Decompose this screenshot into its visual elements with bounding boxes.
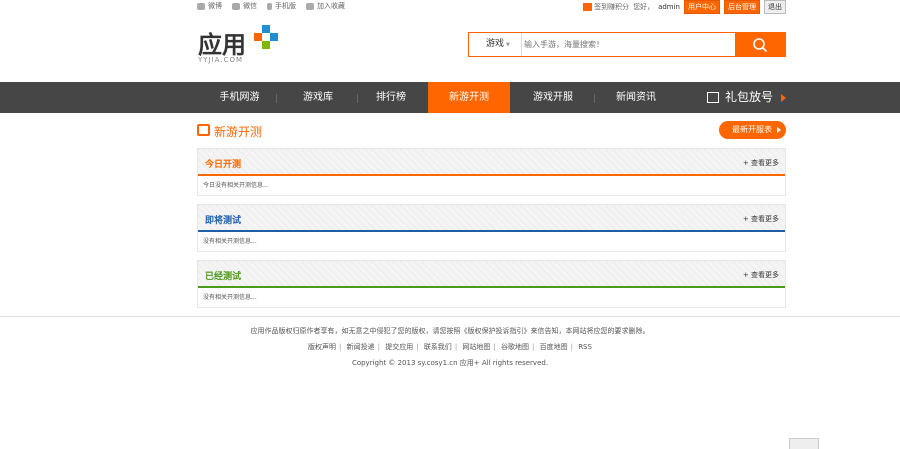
nav-item-server-launch[interactable]: 游戏开服: [512, 82, 594, 113]
nav-item-new-tests[interactable]: 新游开测: [428, 82, 510, 113]
gift-icon: [583, 3, 593, 11]
search-type-select[interactable]: 游戏 ▼: [469, 33, 522, 56]
nav-divider: [276, 94, 277, 103]
section-empty-text: 没有相关开测信息...: [203, 238, 257, 245]
section-tested: 已经测试 + 查看更多 没有相关开测信息...: [197, 260, 786, 308]
footer-link[interactable]: 网站地图: [462, 343, 490, 351]
user-center-button[interactable]: 用户中心: [684, 0, 720, 14]
section-empty-text: 今日没有相关开测信息...: [203, 182, 269, 189]
header: 应用 YYJIA.COM 游戏 ▼: [0, 18, 900, 82]
search-icon: [753, 38, 768, 53]
logo-domain: YYJIA.COM: [198, 56, 244, 64]
nav-item-game-library[interactable]: 游戏库: [282, 82, 354, 113]
footer-divider: [0, 316, 900, 317]
footer-links: 版权声明 | 新闻投递 | 提交应用 | 联系我们 | 网站地图 | 谷歌地图 | 百度地图…: [308, 343, 592, 351]
nav-item-gift-codes[interactable]: 礼包放号: [707, 82, 787, 113]
section-title: 已经测试: [205, 272, 242, 282]
logo[interactable]: 应用 YYJIA.COM: [198, 25, 278, 64]
nav-item-mobile-online[interactable]: 手机网游: [206, 82, 273, 113]
footer-link[interactable]: 版权声明: [308, 343, 336, 351]
logo-cross-icon: [254, 25, 278, 49]
chevron-down-icon: ▼: [506, 42, 510, 48]
top-bar: 微博 微信 手机版 加入收藏 签到赚积分 您好， admin 用户中心 后台管理…: [0, 0, 900, 14]
weibo-link[interactable]: 微博: [197, 1, 222, 11]
wechat-icon: [232, 2, 240, 10]
main-content: 新游开测 最新开服表 今日开测 + 查看更多 今日没有相关开测信息... 即将测…: [197, 120, 786, 308]
footer-link[interactable]: 谷歌地图: [501, 343, 529, 351]
footer-link[interactable]: 百度地图: [540, 343, 568, 351]
nav-item-rankings[interactable]: 排行榜: [359, 82, 423, 113]
list-icon: [197, 124, 210, 136]
section-upcoming: 即将测试 + 查看更多 没有相关开测信息...: [197, 204, 786, 252]
topbar-links: 微博 微信 手机版 加入收藏: [197, 1, 345, 11]
search-button[interactable]: [735, 33, 785, 56]
nav-divider: [357, 94, 358, 103]
main-nav: 手机网游 游戏库 排行榜 新游开测 游戏开服 新闻资讯 礼包放号: [0, 82, 900, 113]
latest-servers-button[interactable]: 最新开服表: [719, 121, 786, 139]
section-today: 今日开测 + 查看更多 今日没有相关开测信息...: [197, 148, 786, 196]
logo-text: 应用: [198, 31, 246, 59]
search-input[interactable]: [524, 36, 729, 53]
view-more-link[interactable]: + 查看更多: [743, 270, 779, 280]
greeting: 您好，: [633, 3, 655, 11]
nav-divider: [594, 94, 595, 103]
username[interactable]: admin: [658, 3, 680, 11]
footer-link[interactable]: 新闻投递: [347, 343, 375, 351]
folder-icon: [306, 2, 314, 10]
section-header: 已经测试 + 查看更多: [198, 261, 785, 288]
page-title: 新游开测: [214, 125, 263, 139]
section-title: 今日开测: [205, 160, 242, 170]
arrow-right-icon: [781, 93, 787, 102]
section-empty-text: 没有相关开测信息...: [203, 294, 257, 301]
footer-link[interactable]: 联系我们: [424, 343, 452, 351]
mobile-icon: [267, 2, 272, 10]
back-to-top-button[interactable]: [789, 438, 819, 449]
gift-icon: [707, 92, 719, 103]
logout-button[interactable]: 退出: [764, 0, 786, 14]
section-title: 即将测试: [205, 216, 242, 226]
page-header: 新游开测 最新开服表: [197, 120, 786, 142]
arrow-right-icon: [777, 127, 781, 133]
section-header: 今日开测 + 查看更多: [198, 149, 785, 176]
nav-item-news[interactable]: 新闻资讯: [600, 82, 672, 113]
admin-panel-button[interactable]: 后台管理: [724, 0, 760, 14]
mobile-link[interactable]: 手机版: [267, 1, 296, 11]
view-more-link[interactable]: + 查看更多: [743, 158, 779, 168]
weibo-icon: [197, 2, 205, 10]
favorite-link[interactable]: 加入收藏: [306, 1, 345, 11]
footer: 应用作品版权归原作者享有，如无意之中侵犯了您的版权，请您按照《版权保护投诉指引》…: [0, 326, 900, 368]
sign-in-link[interactable]: 签到赚积分: [583, 2, 629, 12]
topbar-user: 签到赚积分 您好， admin 用户中心 后台管理 退出: [583, 0, 786, 14]
section-header: 即将测试 + 查看更多: [198, 205, 785, 232]
footer-link[interactable]: RSS: [578, 343, 592, 351]
view-more-link[interactable]: + 查看更多: [743, 214, 779, 224]
wechat-link[interactable]: 微信: [232, 1, 257, 11]
copyright-notice: 应用作品版权归原作者享有，如无意之中侵犯了您的版权，请您按照《版权保护投诉指引》…: [250, 327, 650, 335]
copyright: Copyright © 2013 sy.cosy1.cn 应用+ All rig…: [351, 359, 549, 367]
footer-link[interactable]: 提交应用: [385, 343, 413, 351]
search-box: 游戏 ▼: [468, 32, 786, 57]
